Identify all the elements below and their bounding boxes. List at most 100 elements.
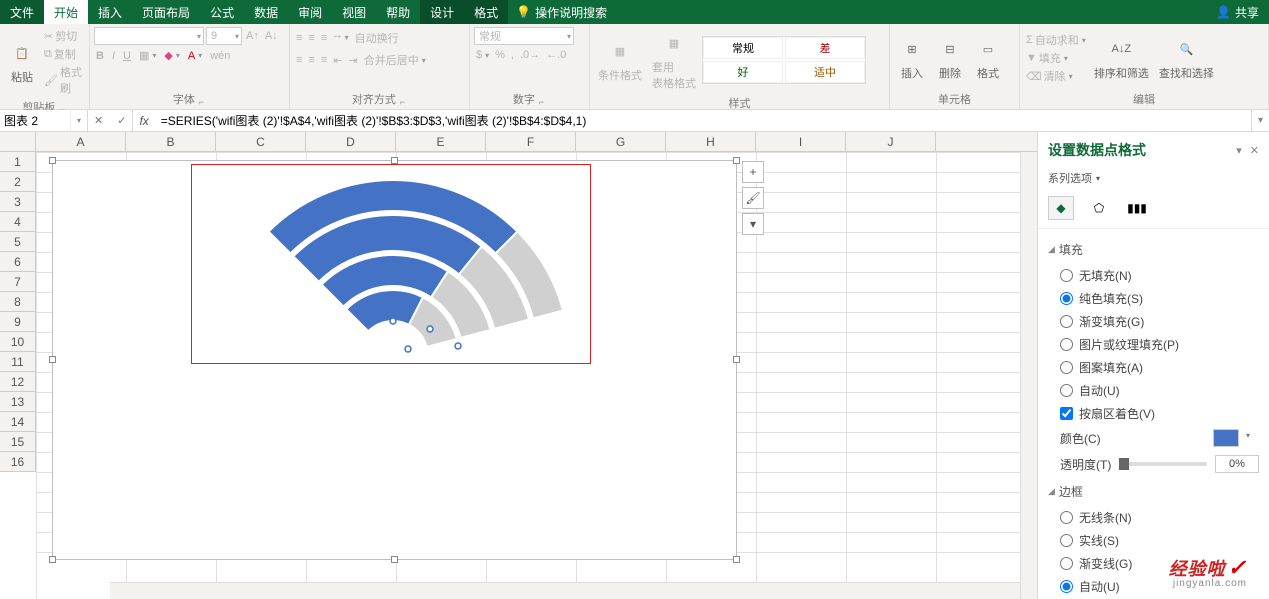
effects-tab[interactable]: ⬠ [1086,196,1112,220]
style-good[interactable]: 好 [703,61,783,83]
align-bottom[interactable]: ≡ [319,31,329,45]
format-painter-button[interactable]: 🖌格式刷 [42,63,85,97]
handle-tr[interactable] [733,157,740,164]
font-name[interactable] [94,27,204,45]
insert-cells[interactable]: ⊞插入 [894,33,930,83]
delete-cells[interactable]: ⊟删除 [932,33,968,83]
handle-bl[interactable] [49,556,56,563]
col-B[interactable]: B [126,132,216,151]
row-16[interactable]: 16 [0,452,35,472]
font-launcher[interactable]: ⌐ [197,97,206,107]
handle-b[interactable] [391,556,398,563]
col-D[interactable]: D [306,132,396,151]
pattern-fill-radio[interactable]: 图案填充(A) [1048,356,1259,379]
handle-r[interactable] [733,356,740,363]
tell-me[interactable]: 💡操作说明搜索 [508,0,615,24]
row-2[interactable]: 2 [0,172,35,192]
number-launcher[interactable]: ⌐ [537,97,546,107]
font-color-button[interactable]: A [186,48,204,63]
find-select[interactable]: 🔍查找和选择 [1155,33,1218,83]
transparency-value[interactable]: 0% [1215,455,1259,473]
enter-formula[interactable]: ✓ [113,114,130,127]
row-9[interactable]: 9 [0,312,35,332]
row-4[interactable]: 4 [0,212,35,232]
font-size[interactable]: 9 [206,27,242,45]
chart-filters-button[interactable]: ▾ [742,213,764,235]
tab-design[interactable]: 设计 [420,0,464,24]
fill-color-button[interactable]: ◆ [162,48,181,63]
name-box-input[interactable] [0,110,70,131]
cell-styles-gallery[interactable]: 常规 差 好 适中 [702,36,866,84]
percent-format[interactable]: % [493,48,507,62]
clear-button[interactable]: ⌫清除 [1024,67,1088,85]
row-15[interactable]: 15 [0,432,35,452]
series-options-tab[interactable]: ▮▮▮ [1124,196,1150,220]
name-box-dropdown[interactable]: ▾ [70,110,87,131]
decrease-decimal[interactable]: ←.0 [544,48,568,62]
col-C[interactable]: C [216,132,306,151]
sunburst-chart[interactable] [208,171,578,381]
row-11[interactable]: 11 [0,352,35,372]
italic-button[interactable]: I [110,48,117,63]
tab-format[interactable]: 格式 [464,0,508,24]
select-all-corner[interactable] [0,132,36,151]
border-section[interactable]: 边框 [1048,477,1259,506]
handle-br[interactable] [733,556,740,563]
panel-dropdown-icon[interactable]: ▾ [1236,144,1242,157]
tab-data[interactable]: 数据 [244,0,288,24]
no-fill-radio[interactable]: 无填充(N) [1048,264,1259,287]
tab-review[interactable]: 审阅 [288,0,332,24]
row-6[interactable]: 6 [0,252,35,272]
decrease-font[interactable]: A↓ [263,27,280,45]
horizontal-scrollbar[interactable] [110,582,1020,599]
cut-button[interactable]: ✂剪切 [42,27,85,45]
row-7[interactable]: 7 [0,272,35,292]
chart-object[interactable]: + 🖌 ▾ [52,160,737,560]
solid-fill-radio[interactable]: 纯色填充(S) [1048,287,1259,310]
chart-elements-button[interactable]: + [742,161,764,183]
row-10[interactable]: 10 [0,332,35,352]
indent-inc[interactable]: ⇥ [346,53,359,68]
chart-styles-button[interactable]: 🖌 [742,187,764,209]
align-right[interactable]: ≡ [319,53,329,67]
handle-l[interactable] [49,356,56,363]
share-button[interactable]: 👤共享 [1206,0,1269,24]
align-center[interactable]: ≡ [306,53,316,67]
format-cells[interactable]: ▭格式 [970,33,1006,83]
formula-expand[interactable]: ▾ [1251,110,1269,131]
increase-font[interactable]: A↑ [244,27,261,45]
name-box[interactable]: ▾ [0,110,88,131]
tab-file[interactable]: 文件 [0,0,44,24]
handle-tl[interactable] [49,157,56,164]
solid-line-radio[interactable]: 实线(S) [1048,529,1259,552]
fx-label[interactable]: fx [133,110,154,131]
vertical-scrollbar[interactable] [1020,152,1037,599]
border-button[interactable]: ▦ [137,48,158,63]
row-8[interactable]: 8 [0,292,35,312]
format-as-table[interactable]: ▦套用 表格格式 [648,27,700,93]
transparency-slider[interactable] [1119,462,1207,466]
autosum-button[interactable]: Σ自动求和 [1024,31,1088,49]
tab-formulas[interactable]: 公式 [200,0,244,24]
style-bad[interactable]: 差 [785,37,865,59]
wrap-text[interactable]: 自动换行 [353,29,401,47]
fill-section[interactable]: 填充 [1048,235,1259,264]
indent-dec[interactable]: ⇤ [331,53,344,68]
style-neutral[interactable]: 适中 [785,61,865,83]
comma-format[interactable]: , [509,48,516,62]
worksheet-grid[interactable]: A B C D E F G H I J 12345678910111213141… [0,132,1037,599]
row-13[interactable]: 13 [0,392,35,412]
align-launcher[interactable]: ⌐ [398,97,407,107]
tab-help[interactable]: 帮助 [376,0,420,24]
vary-colors-check[interactable]: 按扇区着色(V) [1048,402,1259,425]
number-format[interactable]: 常规 [474,27,574,45]
series-options-dropdown[interactable]: 系列选项▾ [1038,168,1269,192]
fill-line-tab[interactable]: ◆ [1048,196,1074,220]
fill-button[interactable]: ▼填充 [1024,49,1088,67]
bold-button[interactable]: B [94,48,106,63]
tab-home[interactable]: 开始 [44,0,88,24]
align-left[interactable]: ≡ [294,53,304,67]
picture-fill-radio[interactable]: 图片或纹理填充(P) [1048,333,1259,356]
col-H[interactable]: H [666,132,756,151]
col-G[interactable]: G [576,132,666,151]
